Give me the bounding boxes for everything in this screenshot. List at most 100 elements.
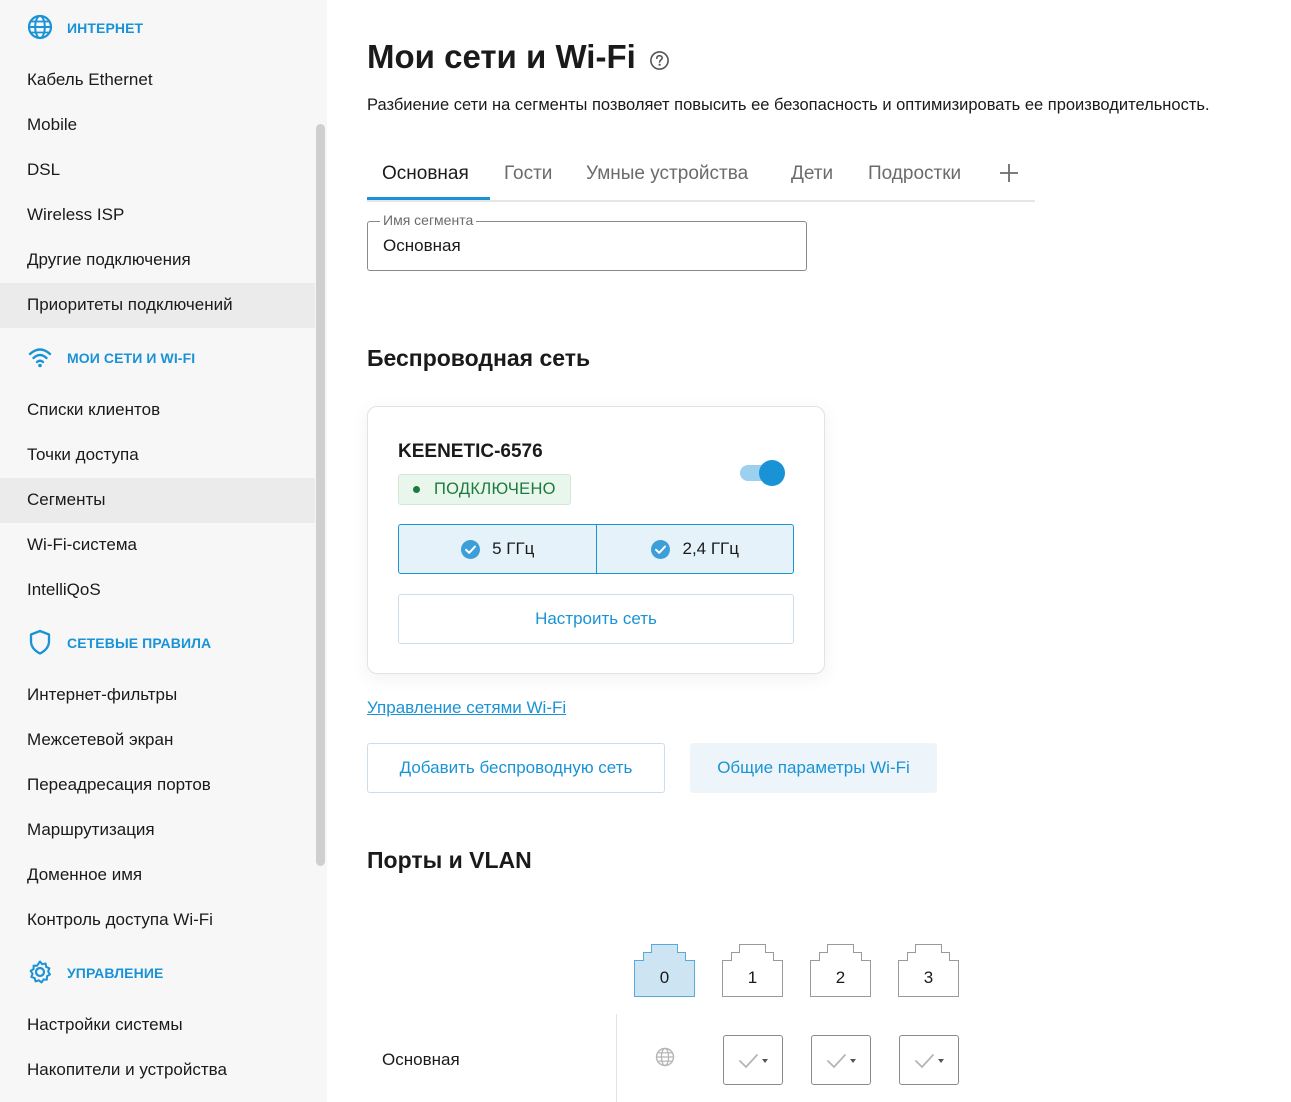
sidebar-item-domain-name[interactable]: Доменное имя [0, 853, 315, 898]
band-label: 2,4 ГГц [682, 539, 739, 558]
sidebar-item-wifi-system[interactable]: Wi-Fi-система [0, 523, 315, 568]
sidebar-item-wireless-isp[interactable]: Wireless ISP [0, 193, 315, 238]
sidebar-section-management[interactable]: УПРАВЛЕНИЕ [0, 951, 315, 995]
sidebar-item-system-settings[interactable]: Настройки системы [0, 1003, 315, 1048]
tab-kids[interactable]: Дети [791, 163, 833, 185]
port-2-vlan-select[interactable] [811, 1035, 871, 1085]
segment-name-field: Имя сегмента [367, 212, 807, 271]
shield-icon [29, 629, 51, 655]
sidebar-section-internet[interactable]: ИНТЕРНЕТ [0, 6, 315, 50]
manage-wifi-link[interactable]: Управление сетями Wi-Fi [367, 698, 566, 718]
tab-smart-devices[interactable]: Умные устройства [586, 163, 748, 185]
sidebar-item-label: Накопители и устройства [27, 1060, 227, 1079]
port-2[interactable]: 2 [810, 944, 871, 997]
sidebar-item-label: Точки доступа [27, 445, 139, 464]
gear-icon [29, 960, 51, 984]
port-3-vlan-select[interactable] [899, 1035, 959, 1085]
check-circle-icon [461, 539, 481, 559]
sidebar: ИНТЕРНЕТ Кабель Ethernet Mobile DSL Wire… [0, 0, 327, 1102]
band-selector: 5 ГГц 2,4 ГГц [398, 524, 794, 574]
wifi-ssid: KEENETIC-6576 [398, 441, 543, 462]
wifi-enable-toggle[interactable] [739, 460, 785, 486]
port-0[interactable]: 0 [634, 944, 695, 997]
port-number: 1 [747, 968, 758, 987]
sidebar-item-connection-priorities[interactable]: Приоритеты подключений [0, 283, 315, 328]
sidebar-item-label: Mobile [27, 115, 78, 134]
sidebar-item-port-forwarding[interactable]: Переадресация портов [0, 763, 315, 808]
sidebar-item-label: DSL [27, 160, 61, 179]
sidebar-item-routing[interactable]: Маршрутизация [0, 808, 315, 853]
sidebar-item-segments[interactable]: Сегменты [0, 478, 315, 523]
vlan-divider [616, 1014, 617, 1102]
sidebar-item-label: Интернет-фильтры [27, 685, 178, 704]
help-icon[interactable] [649, 50, 670, 71]
add-wireless-network-button[interactable]: Добавить беспроводную сеть [367, 743, 665, 793]
sidebar-section-label: СЕТЕВЫЕ ПРАВИЛА [67, 635, 212, 651]
sidebar-item-label: Доменное имя [27, 865, 143, 884]
tab-main[interactable]: Основная [382, 163, 469, 185]
sidebar-item-firewall[interactable]: Межсетевой экран [0, 718, 315, 763]
segment-name-label: Имя сегмента [380, 212, 477, 228]
check-dropdown-icon [915, 1054, 944, 1068]
sidebar-item-ethernet[interactable]: Кабель Ethernet [0, 58, 315, 103]
tab-guests[interactable]: Гости [504, 163, 552, 185]
port-3[interactable]: 3 [898, 944, 959, 997]
page-title: Мои сети и Wi-Fi [367, 38, 636, 75]
sidebar-item-storage-devices[interactable]: Накопители и устройства [0, 1048, 315, 1093]
sidebar-item-intelliqos[interactable]: IntelliQoS [0, 568, 315, 613]
port-1[interactable]: 1 [722, 944, 783, 997]
globe-icon [27, 14, 53, 40]
sidebar-item-label: Сегменты [27, 490, 106, 509]
band-2-4ghz[interactable]: 2,4 ГГц [595, 525, 794, 573]
sidebar-section-label: ИНТЕРНЕТ [67, 20, 144, 36]
sidebar-item-label: Настройки системы [27, 1015, 183, 1034]
segment-name-input[interactable] [383, 236, 783, 256]
sidebar-item-label: Контроль доступа Wi-Fi [27, 910, 213, 929]
globe-icon [655, 1047, 675, 1067]
sidebar-item-wifi-access-control[interactable]: Контроль доступа Wi-Fi [0, 898, 315, 943]
sidebar-section-label: УПРАВЛЕНИЕ [67, 965, 164, 981]
segment-tabs: Основная Гости Умные устройства Дети Под… [367, 158, 1035, 202]
check-dropdown-icon [827, 1054, 856, 1068]
sidebar-item-other-connections[interactable]: Другие подключения [0, 238, 315, 283]
sidebar-item-label: IntelliQoS [27, 580, 101, 599]
wifi-network-card: KEENETIC-6576 ПОДКЛЮЧЕНО 5 ГГц 2,4 ГГц Н… [367, 406, 825, 674]
sidebar-item-label: Другие подключения [27, 250, 191, 269]
sidebar-item-label: Переадресация портов [27, 775, 211, 794]
sidebar-item-client-lists[interactable]: Списки клиентов [0, 388, 315, 433]
add-segment-icon[interactable] [998, 162, 1020, 184]
sidebar-item-dsl[interactable]: DSL [0, 148, 315, 193]
general-wifi-settings-button[interactable]: Общие параметры Wi-Fi [690, 743, 937, 793]
port-number: 3 [923, 968, 934, 987]
port-number: 2 [835, 968, 846, 987]
tab-teens[interactable]: Подростки [868, 163, 961, 185]
sidebar-item-label: Wi-Fi-система [27, 535, 137, 554]
ports-heading: Порты и VLAN [367, 847, 532, 873]
port-number: 0 [659, 968, 670, 987]
configure-network-button[interactable]: Настроить сеть [398, 594, 794, 644]
sidebar-section-my-networks[interactable]: МОИ СЕТИ И WI-FI [0, 336, 315, 380]
sidebar-item-access-points[interactable]: Точки доступа [0, 433, 315, 478]
band-label: 5 ГГц [492, 539, 535, 558]
sidebar-item-internet-filters[interactable]: Интернет-фильтры [0, 673, 315, 718]
sidebar-item-label: Wireless ISP [27, 205, 125, 224]
band-5ghz[interactable]: 5 ГГц [399, 525, 596, 573]
port-1-vlan-select[interactable] [723, 1035, 783, 1085]
active-tab-indicator [367, 197, 490, 200]
sidebar-scrollbar-thumb[interactable] [316, 124, 325, 866]
sidebar-section-network-rules[interactable]: СЕТЕВЫЕ ПРАВИЛА [0, 621, 315, 665]
sidebar-section-label: МОИ СЕТИ И WI-FI [67, 350, 196, 366]
check-dropdown-icon [739, 1054, 768, 1068]
wifi-icon [28, 348, 52, 368]
toggle-knob [759, 460, 785, 486]
sidebar-item-label: Маршрутизация [27, 820, 155, 839]
vlan-row-label: Основная [382, 1050, 460, 1069]
main-content: Мои сети и Wi-Fi Разбиение сети на сегме… [327, 0, 1291, 1102]
page-subtitle: Разбиение сети на сегменты позволяет пов… [367, 96, 1210, 114]
status-text: ПОДКЛЮЧЕНО [434, 480, 556, 498]
check-circle-icon [651, 539, 671, 559]
sidebar-item-label: Межсетевой экран [27, 730, 174, 749]
sidebar-item-label: Приоритеты подключений [27, 295, 233, 314]
sidebar-item-label: Списки клиентов [27, 400, 161, 419]
sidebar-item-mobile[interactable]: Mobile [0, 103, 315, 148]
